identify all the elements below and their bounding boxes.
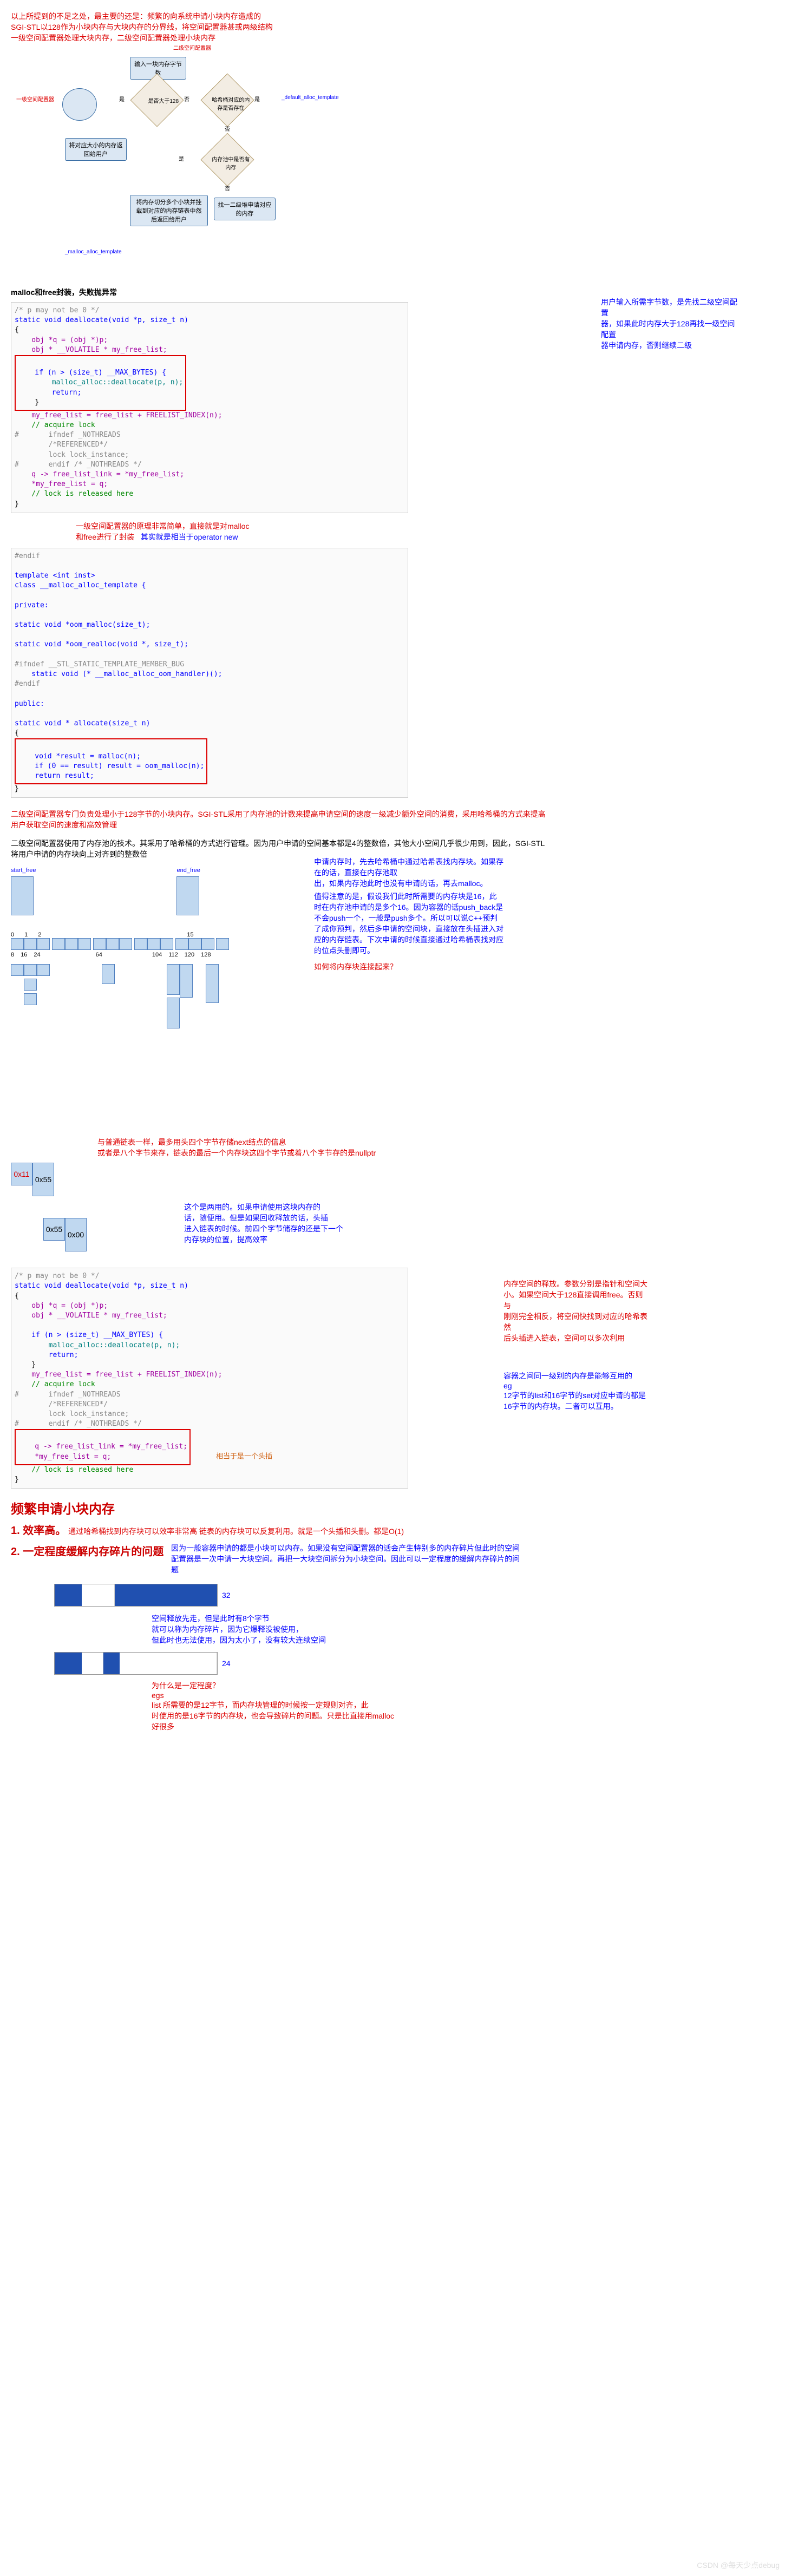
frag-note2: 为什么是一定程度？ egs list 所需要的是12字节，而内存块管理的时候按一… [152, 1680, 395, 1732]
note-under-code1: 一级空间配置器的原理非常简单，直接就是对malloc 和free进行了封装 其实… [76, 521, 774, 542]
frag-row: 2. 一定程度缓解内存碎片的问题 因为一般容器申请的都是小块可以内存。如果没有空… [11, 1543, 774, 1575]
flow-default-alloc: _default_alloc_template [282, 95, 339, 101]
section3-p1: 二级空间配置器专门负责处理小于128字节的小块内存。SGI-STL采用了内存池的… [11, 809, 552, 830]
frag-note1: 空间释放先走，但是此时有8个字节 就可以称为内存碎片，因为它爆释没被使用， 但此… [152, 1613, 341, 1646]
flow-title: 二级空间配置器 [173, 43, 211, 51]
d3-no: 否 [225, 184, 230, 192]
section1-title: malloc和free封装，失败抛异常 [11, 287, 774, 298]
intro-line3: 一级空间配置器处理大块内存，二级空间配置器处理小块内存 [11, 32, 774, 43]
flow-get-heap: 找一二级堆申请对应的内存 [214, 198, 276, 220]
frag-diagram: 32 空间释放先走，但是此时有8个字节 就可以称为内存碎片，因为它爆释没被使用，… [54, 1584, 325, 1732]
release-note: 内存空间的释放。参数分别是指针和空间大 小。如果空间大于128直接调用free。… [503, 1279, 650, 1412]
intro-line1: 以上所提到的不足之处，最主要的还是：频繁的向系统申请小块内存造成的 [11, 11, 774, 22]
d1-yes: 是 [119, 95, 125, 103]
d1-no: 否 [184, 95, 189, 103]
link-diagram: 与普通链表一样，最多用头四个字节存储next结点的信息 或者是八个字节来存，链表… [11, 1137, 774, 1251]
d3-yes: 是 [179, 154, 184, 162]
flow-split-mem: 将内存切分多个小块并挂载到对应的内存链表中然后返回给用户 [130, 195, 208, 226]
flow-l1-label: 一级空间配置器 [16, 95, 54, 103]
code-block-3: /* p may not be 0 */ static void dealloc… [11, 1268, 408, 1489]
flow-circle-l1 [62, 88, 97, 121]
freq-title: 频繁申请小块内存 [11, 1498, 774, 1517]
intro-line2: SGI-STL以128作为小块内存与大块内存的分界线，将空间配置器甚或两级结构 [11, 22, 774, 32]
hash-diagram: start_free end_free 0 1 2 15 [11, 867, 314, 1028]
eff-row: 1. 效率高。 通过哈希桶找到内存块可以效率非常高 链表的内存块可以反复利用。就… [11, 1522, 774, 1537]
flow-ret-give: 将对应大小的内存返回给用户 [65, 138, 127, 161]
flow-d3: 内存池中是否有内存 [212, 143, 250, 171]
watermark: CSDN @每天少点debug [697, 2560, 780, 2571]
twouse-note: 这个是两用的。如果申请使用这块内存的 话，随便用。但是如果回收释放的话，头插 进… [184, 1202, 346, 1245]
flow-malloc-alloc: _malloc_alloc_template [65, 249, 122, 255]
flow-d1: 是否大于128 [145, 84, 182, 104]
d2-yes: 是 [254, 95, 260, 103]
code-block-2: #endif template <int inst> class __mallo… [11, 548, 408, 798]
hash-notes: 申请内存时，先去哈希桶中通过哈希表找内存块。如果存在的话，直接在内存池取 出，如… [314, 856, 503, 1028]
flowchart: 二级空间配置器 输入一块内存字节数 一级空间配置器 是否大于128 是 否 哈希… [11, 43, 422, 281]
code-block-1: /* p may not be 0 */ static void dealloc… [11, 302, 408, 513]
right-note1: 用户输入所需字节数，是先找二级空间配置 器，如果此时内存大于128再找一级空间配… [601, 297, 742, 351]
intro-block: 以上所提到的不足之处，最主要的还是：频繁的向系统申请小块内存造成的 SGI-ST… [11, 11, 774, 43]
flow-d2: 哈希桶对应的内存是否存在 [212, 83, 250, 112]
d2-no: 否 [225, 124, 230, 133]
